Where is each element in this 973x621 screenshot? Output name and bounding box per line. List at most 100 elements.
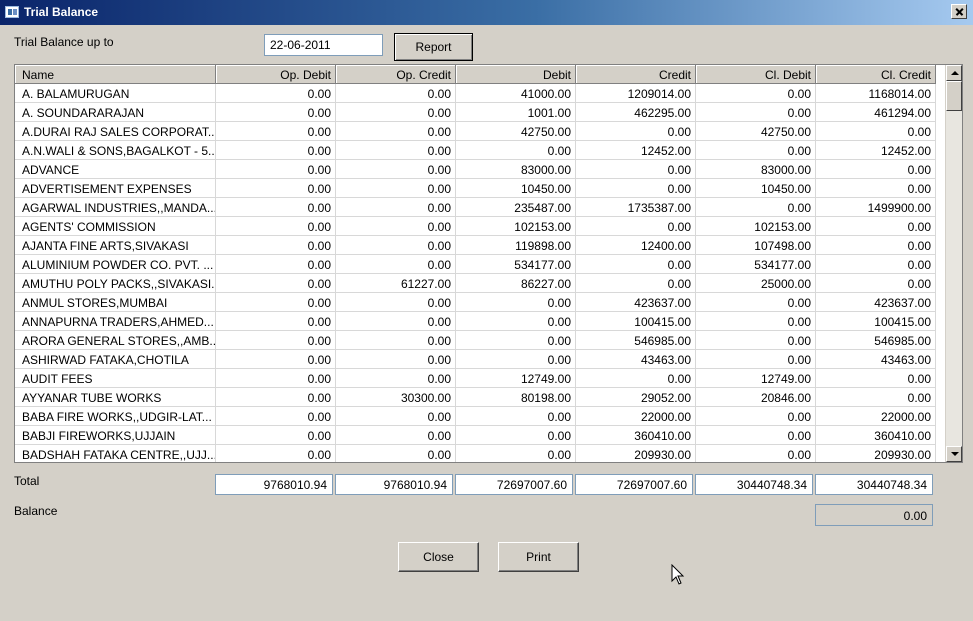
table-row[interactable]: A. BALAMURUGAN 0.00 0.00 41000.00 1209014.00…: [15, 84, 936, 103]
table-row[interactable]: AYYANAR TUBE WORKS 0.00 30300.00 80198.00 29…: [15, 388, 936, 407]
cell-cl-debit: 0.00: [696, 103, 816, 122]
scroll-up-icon[interactable]: [946, 65, 962, 81]
cell-op-credit: 0.00: [336, 122, 456, 141]
cell-cl-credit: 360410.00: [816, 426, 936, 445]
cell-cl-credit: 0.00: [816, 160, 936, 179]
cell-debit: 0.00: [456, 141, 576, 160]
table-row[interactable]: BABA FIRE WORKS,,UDGIR-LAT... 0.00 0.00 0.0…: [15, 407, 936, 426]
cell-credit: 0.00: [576, 122, 696, 141]
table-row[interactable]: A. SOUNDARARAJAN 0.00 0.00 1001.00 462295.00…: [15, 103, 936, 122]
table-row[interactable]: ANNAPURNA TRADERS,AHMED... 0.00 0.00 0.00 10…: [15, 312, 936, 331]
cell-credit: 12400.00: [576, 236, 696, 255]
table-row[interactable]: ANMUL STORES,MUMBAI 0.00 0.00 0.00 423637.00…: [15, 293, 936, 312]
cell-op-debit: 0.00: [216, 217, 336, 236]
total-cl-debit: 30440748.34: [695, 474, 813, 495]
cell-op-credit: 0.00: [336, 160, 456, 179]
report-button[interactable]: Report: [394, 33, 473, 61]
cell-debit: 0.00: [456, 350, 576, 369]
table-row[interactable]: AGARWAL INDUSTRIES,,MANDA... 0.00 0.00 2354…: [15, 198, 936, 217]
cell-name: ANNAPURNA TRADERS,AHMED...: [15, 312, 216, 331]
cell-cl-credit: 0.00: [816, 122, 936, 141]
table-row[interactable]: ADVERTISEMENT EXPENSES 0.00 0.00 10450.00 0.…: [15, 179, 936, 198]
table-row[interactable]: BABJI FIREWORKS,UJJAIN 0.00 0.00 0.00 360410…: [15, 426, 936, 445]
table-row[interactable]: AUDIT FEES 0.00 0.00 12749.00 0.00 12749.00 0.…: [15, 369, 936, 388]
cell-cl-debit: 42750.00: [696, 122, 816, 141]
table-row[interactable]: A.N.WALI & SONS,BAGALKOT - 5... 0.00 0.00 0…: [15, 141, 936, 160]
cell-op-credit: 30300.00: [336, 388, 456, 407]
mouse-pointer-icon: [671, 564, 685, 585]
cell-op-credit: 0.00: [336, 84, 456, 103]
cell-cl-debit: 25000.00: [696, 274, 816, 293]
cell-name: AUDIT FEES: [15, 369, 216, 388]
cell-credit: 546985.00: [576, 331, 696, 350]
grid-header: Name Op. Debit Op. Credit Debit Credit C…: [15, 65, 936, 84]
print-button[interactable]: Print: [498, 542, 579, 572]
close-button[interactable]: Close: [398, 542, 479, 572]
cell-name: A. SOUNDARARAJAN: [15, 103, 216, 122]
table-row[interactable]: BADSHAH FATAKA CENTRE,,UJJ... 0.00 0.00 0.0…: [15, 445, 936, 462]
cell-debit: 119898.00: [456, 236, 576, 255]
column-header-debit[interactable]: Debit: [456, 65, 576, 84]
column-header-op-credit[interactable]: Op. Credit: [336, 65, 456, 84]
total-debit: 72697007.60: [455, 474, 573, 495]
cell-cl-debit: 107498.00: [696, 236, 816, 255]
cell-name: AJANTA FINE ARTS,SIVAKASI: [15, 236, 216, 255]
scroll-thumb[interactable]: [946, 81, 962, 111]
balance-label: Balance: [14, 504, 58, 518]
column-header-name[interactable]: Name: [15, 65, 216, 84]
window-icon: [5, 6, 19, 18]
scroll-down-icon[interactable]: [946, 446, 962, 462]
cell-cl-debit: 0.00: [696, 331, 816, 350]
cell-op-credit: 0.00: [336, 141, 456, 160]
cell-credit: 0.00: [576, 274, 696, 293]
cell-debit: 0.00: [456, 445, 576, 462]
cell-cl-credit: 0.00: [816, 369, 936, 388]
cell-name: AGENTS' COMMISSION: [15, 217, 216, 236]
cell-op-debit: 0.00: [216, 426, 336, 445]
cell-debit: 0.00: [456, 312, 576, 331]
table-row[interactable]: ALUMINIUM POWDER CO. PVT. ... 0.00 0.00 534…: [15, 255, 936, 274]
cell-op-debit: 0.00: [216, 293, 336, 312]
close-icon[interactable]: [951, 4, 967, 19]
table-row[interactable]: ASHIRWAD FATAKA,CHOTILA 0.00 0.00 0.00 43463…: [15, 350, 936, 369]
cell-op-debit: 0.00: [216, 274, 336, 293]
cell-cl-debit: 0.00: [696, 445, 816, 462]
table-row[interactable]: ADVANCE 0.00 0.00 83000.00 0.00 83000.00 0.00: [15, 160, 936, 179]
cell-debit: 86227.00: [456, 274, 576, 293]
column-header-cl-credit[interactable]: Cl. Credit: [816, 65, 936, 84]
table-row[interactable]: AJANTA FINE ARTS,SIVAKASI 0.00 0.00 119898.…: [15, 236, 936, 255]
trial-balance-grid[interactable]: Name Op. Debit Op. Credit Debit Credit C…: [14, 64, 963, 463]
table-row[interactable]: A.DURAI RAJ SALES CORPORAT... 0.00 0.00 427…: [15, 122, 936, 141]
cell-debit: 102153.00: [456, 217, 576, 236]
cell-op-debit: 0.00: [216, 84, 336, 103]
table-row[interactable]: ARORA GENERAL STORES,,AMB... 0.00 0.00 0.00…: [15, 331, 936, 350]
cell-debit: 42750.00: [456, 122, 576, 141]
cell-cl-credit: 461294.00: [816, 103, 936, 122]
cell-credit: 209930.00: [576, 445, 696, 462]
total-op-debit: 9768010.94: [215, 474, 333, 495]
column-header-credit[interactable]: Credit: [576, 65, 696, 84]
cell-debit: 83000.00: [456, 160, 576, 179]
cell-debit: 80198.00: [456, 388, 576, 407]
column-header-cl-debit[interactable]: Cl. Debit: [696, 65, 816, 84]
cell-name: BABA FIRE WORKS,,UDGIR-LAT...: [15, 407, 216, 426]
column-header-op-debit[interactable]: Op. Debit: [216, 65, 336, 84]
cell-cl-debit: 0.00: [696, 407, 816, 426]
cell-op-credit: 0.00: [336, 217, 456, 236]
cell-op-credit: 0.00: [336, 426, 456, 445]
cell-cl-credit: 0.00: [816, 255, 936, 274]
vertical-scrollbar[interactable]: [945, 65, 962, 462]
cell-name: A. BALAMURUGAN: [15, 84, 216, 103]
table-row[interactable]: AMUTHU POLY PACKS,,SIVAKASI. 0.00 61227.00…: [15, 274, 936, 293]
cell-cl-credit: 0.00: [816, 217, 936, 236]
cell-cl-credit: 1499900.00: [816, 198, 936, 217]
cell-cl-credit: 1168014.00: [816, 84, 936, 103]
cell-cl-credit: 546985.00: [816, 331, 936, 350]
cell-cl-credit: 0.00: [816, 388, 936, 407]
cell-op-debit: 0.00: [216, 255, 336, 274]
table-row[interactable]: AGENTS' COMMISSION 0.00 0.00 102153.00 0.00 1…: [15, 217, 936, 236]
date-input[interactable]: [264, 34, 383, 56]
cell-cl-credit: 0.00: [816, 236, 936, 255]
cell-debit: 41000.00: [456, 84, 576, 103]
cell-op-credit: 0.00: [336, 198, 456, 217]
